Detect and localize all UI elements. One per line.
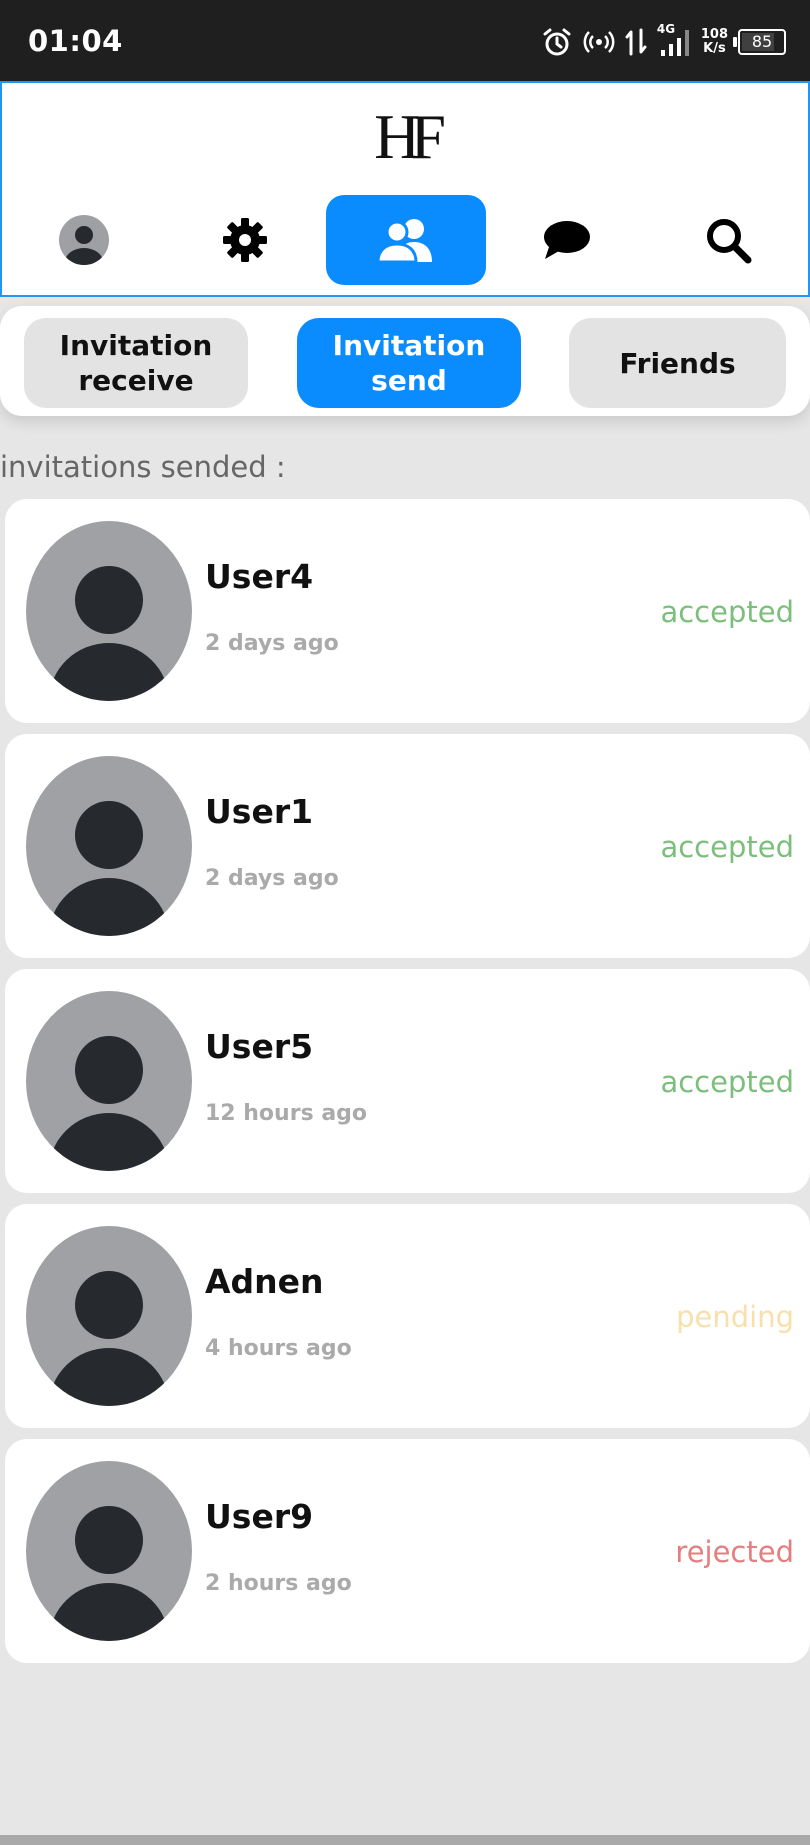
network-speed: 108 K/s: [701, 28, 728, 56]
search-icon: [707, 219, 752, 264]
chat-bubble-icon: [544, 221, 590, 259]
nav-friends[interactable]: [326, 195, 486, 285]
tab-invitation-send[interactable]: Invitation send: [297, 318, 521, 408]
cell-signal: 4G: [657, 22, 691, 58]
gear-icon: [223, 218, 267, 262]
speed-unit: K/s: [703, 41, 726, 56]
invitation-username: User4: [205, 557, 314, 596]
invitation-time: 4 hours ago: [205, 1336, 352, 1361]
signal-icon: [660, 30, 689, 56]
status-badge: accepted: [660, 1065, 794, 1099]
status-icons: 4G 108 K/s 85: [541, 20, 786, 64]
invitation-time: 2 days ago: [205, 866, 339, 891]
status-badge: pending: [676, 1300, 794, 1334]
app-header: HF: [0, 81, 810, 297]
battery-level: 85: [751, 32, 773, 51]
hotspot-icon: [583, 31, 615, 53]
status-badge: accepted: [660, 595, 794, 629]
invitation-username: Adnen: [205, 1262, 324, 1301]
nav-search[interactable]: [648, 195, 808, 285]
invitation-list: User4 2 days ago accepted User1 2 days a…: [5, 499, 810, 1674]
battery-icon: 85: [733, 29, 786, 55]
invitation-username: User1: [205, 792, 314, 831]
status-badge: rejected: [675, 1535, 794, 1569]
nav-profile[interactable]: [4, 195, 164, 285]
avatar: [26, 756, 192, 936]
section-label: invitations sended :: [0, 450, 286, 484]
avatar: [26, 1226, 192, 1406]
nav-messages[interactable]: [487, 195, 647, 285]
app-logo: HF: [374, 101, 446, 172]
invitation-row[interactable]: Adnen 4 hours ago pending: [5, 1204, 810, 1428]
nav-settings[interactable]: [165, 195, 325, 285]
status-bar: 01:04 4G 108 K/s 85: [0, 0, 810, 81]
top-nav: [2, 195, 808, 287]
data-transfer-icon: [625, 28, 647, 56]
status-time: 01:04: [28, 24, 123, 58]
invitation-username: User5: [205, 1027, 314, 1066]
invitation-time: 12 hours ago: [205, 1101, 368, 1126]
invitation-time: 2 days ago: [205, 631, 339, 656]
speed-value: 108: [700, 27, 728, 42]
avatar-icon: [59, 215, 109, 265]
invitation-row[interactable]: User5 12 hours ago accepted: [5, 969, 810, 1193]
invitation-username: User9: [205, 1497, 314, 1536]
invitation-row[interactable]: User1 2 days ago accepted: [5, 734, 810, 958]
invitation-time: 2 hours ago: [205, 1571, 352, 1596]
avatar: [26, 521, 192, 701]
invitation-row[interactable]: User9 2 hours ago rejected: [5, 1439, 810, 1663]
avatar: [26, 991, 192, 1171]
tab-invitation-receive[interactable]: Invitation receive: [24, 318, 248, 408]
bottom-scrollbar: [0, 1835, 810, 1845]
status-badge: accepted: [660, 830, 794, 864]
invitation-row[interactable]: User4 2 days ago accepted: [5, 499, 810, 723]
avatar: [26, 1461, 192, 1641]
alarm-icon: [543, 28, 571, 56]
users-icon: [376, 219, 432, 264]
tab-friends[interactable]: Friends: [569, 318, 786, 408]
invitation-tabs: Invitation receive Invitation send Frien…: [0, 306, 810, 416]
